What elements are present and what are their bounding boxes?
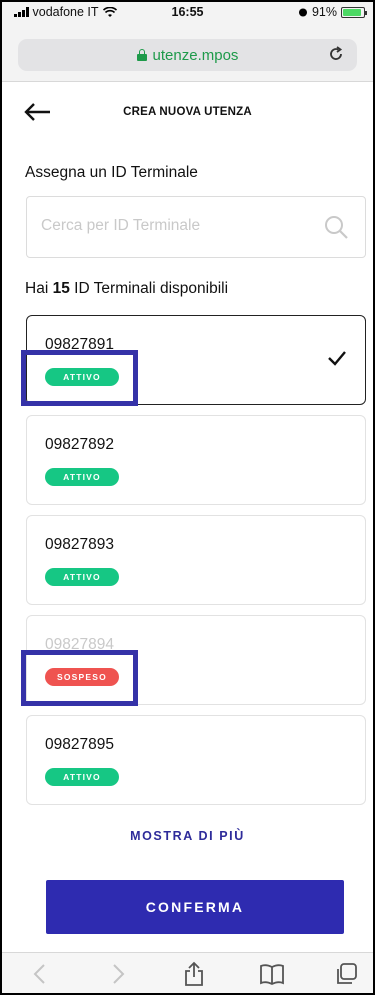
search-input[interactable] [41,217,301,235]
section-title: Assegna un ID Terminale [25,164,198,181]
terminal-card-09827894: 09827894 SOSPESO [26,615,366,705]
terminal-search[interactable] [26,196,366,258]
show-more-link[interactable]: MOSTRA DI PIÙ [0,829,375,843]
checkmark-icon [328,351,346,366]
available-suffix: ID Terminali disponibili [74,280,229,297]
back-icon[interactable] [28,961,54,987]
share-icon[interactable] [181,961,207,987]
page-title: CREA NUOVA UTENZA [123,106,252,118]
terminal-card-09827893[interactable]: 09827893 ATTIVO [26,515,366,605]
available-count: 15 [52,280,70,297]
url-text: utenze.mpos [152,46,239,64]
browser-address-bar: utenze.mpos [0,24,375,82]
status-badge: ATTIVO [45,768,119,786]
lock-icon [136,49,147,61]
terminal-card-09827892[interactable]: 09827892 ATTIVO [26,415,366,505]
reload-icon[interactable] [327,45,345,63]
search-icon[interactable] [323,214,349,240]
status-badge: SOSPESO [45,668,119,686]
status-badge: ATTIVO [45,368,119,386]
terminal-id: 09827892 [45,436,114,453]
terminal-id: 09827893 [45,536,114,553]
terminal-id: 09827894 [45,636,114,653]
status-badge: ATTIVO [45,468,119,486]
available-prefix: Hai [25,280,49,297]
browser-toolbar [0,952,375,995]
url-field[interactable]: utenze.mpos [18,39,357,71]
tabs-icon[interactable] [334,961,360,987]
forward-icon[interactable] [104,961,130,987]
terminal-id: 09827895 [45,736,114,753]
confirm-button[interactable]: CONFERMA [46,880,344,934]
alarm-icon [298,8,307,17]
status-bar: vodafone IT 16:55 91% [0,0,375,24]
status-badge: ATTIVO [45,568,119,586]
battery-percent: 91% [311,5,337,19]
terminal-card-09827895[interactable]: 09827895 ATTIVO [26,715,366,805]
bookmarks-icon[interactable] [259,961,285,987]
terminal-card-09827891[interactable]: 09827891 ATTIVO [26,315,366,405]
available-terminals-text: Hai 15 ID Terminali disponibili [25,280,228,298]
terminal-id: 09827891 [45,336,114,353]
battery-icon [341,6,367,18]
